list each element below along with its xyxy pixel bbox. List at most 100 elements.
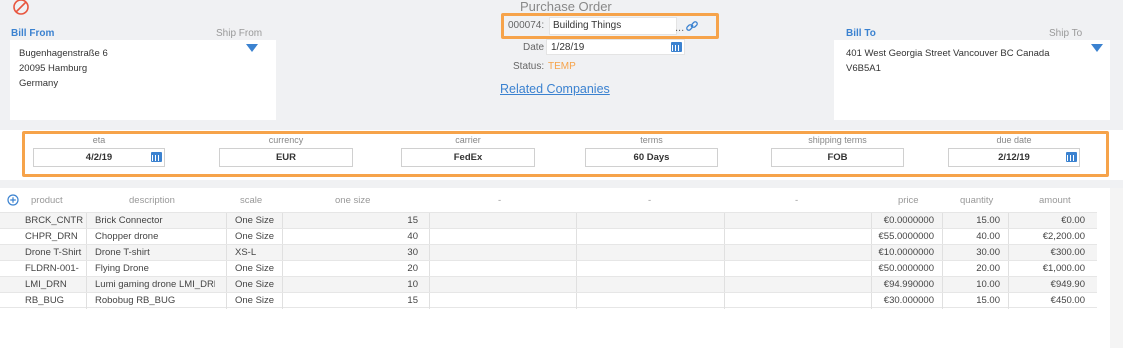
col-header-amount[interactable]: amount <box>1039 195 1071 206</box>
cell-size-qty[interactable]: 15 <box>402 295 418 306</box>
address-line: V6B5A1 <box>846 63 881 74</box>
col-divider <box>1008 293 1009 309</box>
cell-price[interactable]: €10.0000000 <box>874 247 934 258</box>
cell-description[interactable]: Chopper drone <box>95 231 223 242</box>
col-divider <box>1008 213 1009 229</box>
cell-description[interactable]: Flying Drone <box>95 263 223 274</box>
cell-product[interactable]: FLDRN-001- <box>25 263 85 274</box>
scrollbar[interactable] <box>1110 188 1123 348</box>
shipping-terms-label: shipping terms <box>808 135 867 145</box>
currency-input[interactable]: EUR <box>219 148 353 167</box>
col-divider <box>429 213 430 229</box>
bill-to-dropdown-icon[interactable] <box>1091 44 1103 52</box>
calendar-icon[interactable] <box>1066 152 1077 162</box>
cell-price[interactable]: €0.0000000 <box>874 215 934 226</box>
cell-amount[interactable]: €300.00 <box>1015 247 1085 258</box>
cell-product[interactable]: Drone T-Shirt <box>25 247 85 258</box>
cell-amount[interactable]: €1,000.00 <box>1015 263 1085 274</box>
cell-amount[interactable]: €949.90 <box>1015 279 1085 290</box>
col-divider <box>86 277 87 293</box>
col-header-one-size[interactable]: one size <box>335 195 370 206</box>
col-divider <box>576 277 577 293</box>
col-header-description[interactable]: description <box>129 195 175 206</box>
col-divider <box>871 229 872 245</box>
cell-scale[interactable]: XS-L <box>235 247 256 258</box>
cell-quantity[interactable]: 20.00 <box>960 263 1000 274</box>
cell-price[interactable]: €50.0000000 <box>874 263 934 274</box>
cell-price[interactable]: €55.0000000 <box>874 231 934 242</box>
cell-size-qty[interactable]: 15 <box>402 215 418 226</box>
col-header-price[interactable]: price <box>898 195 919 206</box>
cell-amount[interactable]: €2,200.00 <box>1015 231 1085 242</box>
cell-description[interactable]: Brick Connector <box>95 215 223 226</box>
table-row[interactable]: Drone T-Shirt Drone T-shirt XS-L 30 €10.… <box>0 244 1097 261</box>
col-header-product[interactable]: product <box>31 195 63 206</box>
bill-to-label[interactable]: Bill To <box>846 28 876 39</box>
cell-scale[interactable]: One Size <box>235 295 274 306</box>
calendar-icon[interactable] <box>151 152 162 162</box>
bill-from-dropdown-icon[interactable] <box>246 44 258 52</box>
eta-input[interactable]: 4/2/19 <box>33 148 165 167</box>
page-title: Purchase Order <box>520 0 612 14</box>
table-row[interactable]: LMI_DRN Lumi gaming drone LMI_DRN One Si… <box>0 276 1097 293</box>
table-row[interactable]: CHPR_DRN Chopper drone One Size 40 €55.0… <box>0 228 1097 245</box>
cell-scale[interactable]: One Size <box>235 215 274 226</box>
col-divider <box>282 213 283 229</box>
cell-size-qty[interactable]: 40 <box>402 231 418 242</box>
cell-amount[interactable]: €0.00 <box>1015 215 1085 226</box>
bill-from-label[interactable]: Bill From <box>11 28 54 39</box>
cell-scale[interactable]: One Size <box>235 231 274 242</box>
cell-size-qty[interactable]: 30 <box>402 247 418 258</box>
cell-price[interactable]: €94.990000 <box>874 279 934 290</box>
cell-quantity[interactable]: 15.00 <box>960 295 1000 306</box>
terms-highlight <box>22 131 1109 177</box>
cell-scale[interactable]: One Size <box>235 263 274 274</box>
col-header-scale[interactable]: scale <box>240 195 262 206</box>
cell-quantity[interactable]: 30.00 <box>960 247 1000 258</box>
cell-product[interactable]: LMI_DRN <box>25 279 85 290</box>
cell-price[interactable]: €30.000000 <box>874 295 934 306</box>
col-divider <box>942 229 943 245</box>
cell-size-qty[interactable]: 20 <box>402 263 418 274</box>
col-divider <box>429 229 430 245</box>
shipping-terms-input[interactable]: FOB <box>771 148 904 167</box>
cell-description[interactable]: Robobug RB_BUG <box>95 295 223 306</box>
cell-size-qty[interactable]: 10 <box>402 279 418 290</box>
ship-to-label[interactable]: Ship To <box>1049 28 1082 39</box>
table-row[interactable]: RB_BUG Robobug RB_BUG One Size 15 €30.00… <box>0 292 1097 309</box>
cell-quantity[interactable]: 10.00 <box>960 279 1000 290</box>
col-divider <box>86 213 87 229</box>
col-divider <box>282 245 283 261</box>
col-divider <box>724 229 725 245</box>
due-date-input[interactable]: 2/12/19 <box>948 148 1080 167</box>
table-row[interactable]: FLDRN-001- Flying Drone One Size 20 €50.… <box>0 260 1097 277</box>
company-input[interactable]: Building Things <box>549 17 677 35</box>
cell-description[interactable]: Lumi gaming drone LMI_DRN <box>95 279 215 290</box>
ship-from-label[interactable]: Ship From <box>216 28 262 39</box>
col-divider <box>1008 245 1009 261</box>
link-icon[interactable] <box>686 20 698 32</box>
col-header-quantity[interactable]: quantity <box>960 195 993 206</box>
cell-product[interactable]: BRCK_CNTR <box>25 215 85 226</box>
col-divider <box>871 261 872 277</box>
company-more-button[interactable]: ... <box>675 22 684 34</box>
cell-amount[interactable]: €450.00 <box>1015 295 1085 306</box>
date-input[interactable]: 1/28/19 <box>546 39 685 55</box>
cell-product[interactable]: RB_BUG <box>25 295 85 306</box>
cell-scale[interactable]: One Size <box>235 279 274 290</box>
cell-product[interactable]: CHPR_DRN <box>25 231 85 242</box>
col-divider <box>576 213 577 229</box>
calendar-icon[interactable] <box>671 42 682 52</box>
cell-quantity[interactable]: 40.00 <box>960 231 1000 242</box>
carrier-input[interactable]: FedEx <box>401 148 535 167</box>
col-header-dash: - <box>795 195 799 206</box>
table-row[interactable]: BRCK_CNTR Brick Connector One Size 15 €0… <box>0 212 1097 229</box>
add-row-icon[interactable] <box>7 194 19 206</box>
carrier-label: carrier <box>455 135 481 145</box>
eta-label: eta <box>92 135 106 145</box>
terms-input[interactable]: 60 Days <box>585 148 718 167</box>
cell-quantity[interactable]: 15.00 <box>960 215 1000 226</box>
cell-description[interactable]: Drone T-shirt <box>95 247 223 258</box>
related-companies-link[interactable]: Related Companies <box>500 82 610 96</box>
bill-to-address: 401 West Georgia Street Vancouver BC Can… <box>846 46 1050 76</box>
